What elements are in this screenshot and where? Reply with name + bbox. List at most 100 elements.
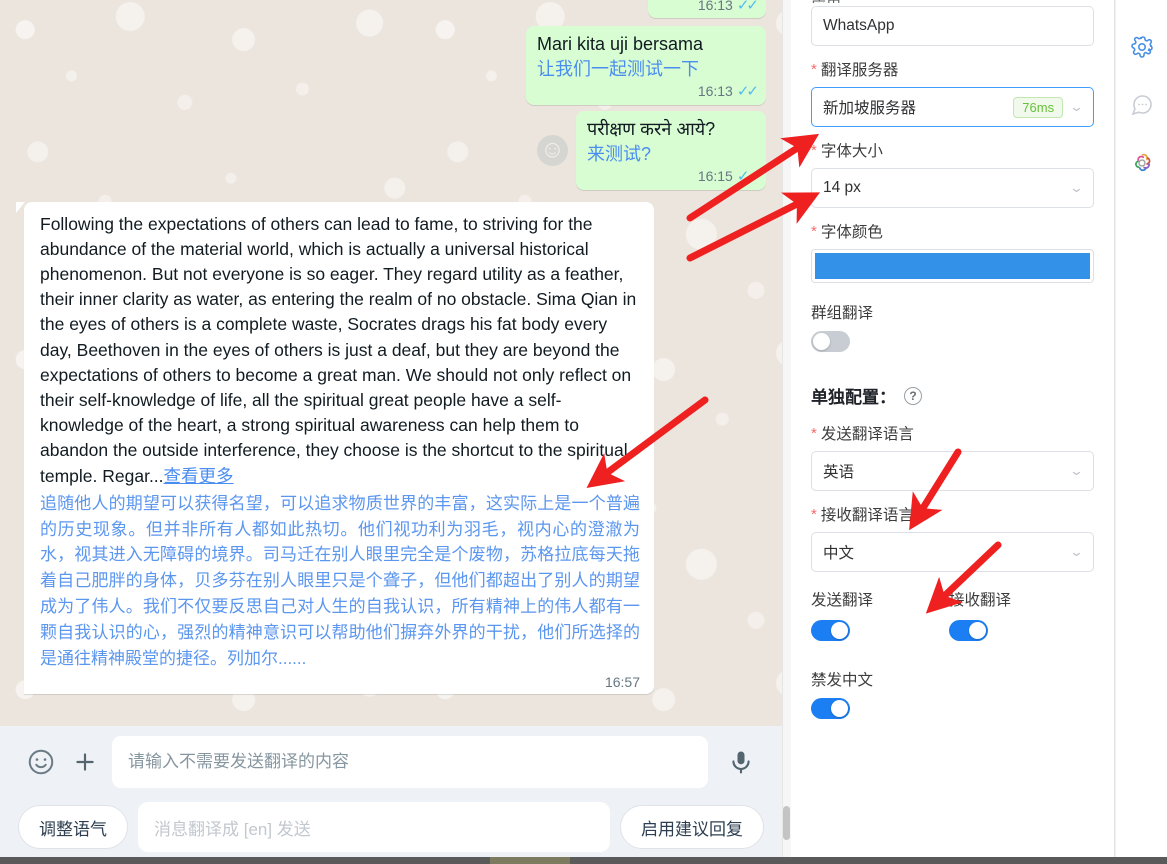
adjust-tone-button[interactable]: 调整语气 [18,805,128,849]
composer-toolbar: 调整语气 消息翻译成 [en] 发送 启用建议回复 [18,788,764,864]
ban-chinese-label: 禁发中文 [811,672,874,689]
group-translate-label: 群组翻译 [811,305,874,322]
send-lang-label-text: 发送翻译语言 [820,426,914,443]
translation-settings-panel: 应用 WhatsApp * 翻译服务器 新加坡服务器 76ms ⌄ * 字体大小… [791,0,1115,864]
openai-logo-icon[interactable] [1125,146,1159,180]
message-meta: 16:57 [40,674,640,690]
toggle-knob [831,700,848,717]
chevron-down-icon: ⌄ [1068,99,1085,114]
message-text: Mari kita uji bersama [537,34,704,54]
message-bubble-partial: 16:13 ✓✓ [648,0,766,18]
plus-icon[interactable] [64,739,106,785]
right-icon-rail [1116,0,1167,864]
smiley-face-icon[interactable] [18,739,64,785]
message-meta: 16:13 ✓✓ [537,82,759,100]
app-root: 16:13 ✓✓ Mari kita uji bersama 让我们一起测试一下… [0,0,1167,864]
translate-hint-field[interactable]: 消息翻译成 [en] 发送 [138,802,610,852]
pane-divider [782,0,791,864]
message-translation: 让我们一起测试一下 [537,58,699,79]
ban-chinese-toggle[interactable] [811,698,850,719]
app-name-value: WhatsApp [823,17,895,34]
font-color-swatch [815,253,1090,279]
server-field-label: * 翻译服务器 [811,58,1094,80]
font-color-field-label: * 字体颜色 [811,220,1094,242]
group-translate-toggle[interactable] [811,331,850,352]
app-field-label: 应用 [811,0,1094,3]
send-translate-toggle[interactable] [811,620,850,641]
send-language-select[interactable]: 英语 ⌄ [811,451,1094,491]
message-meta: 16:13 ✓✓ [697,0,759,14]
message-row: ☺ परीक्षण करने आये? 来测试? 16:15 ✓✓ [0,110,782,190]
read-receipt-icon: ✓✓ [736,82,759,100]
separate-config-heading: 单独配置： ? [811,383,1094,408]
send-lang-field-label: * 发送翻译语言 [811,422,1094,444]
microphone-icon[interactable] [718,739,764,785]
send-translate-label: 发送翻译 [811,592,874,609]
message-time: 16:13 [697,82,733,99]
message-time: 16:15 [697,167,733,184]
scrollbar-thumb[interactable] [783,806,790,840]
message-time: 16:57 [604,673,640,690]
smiley-face-icon: ☺ [537,134,568,166]
message-time: 16:13 [697,0,733,13]
send-language-value: 英语 [823,464,855,481]
receive-translate-label: 接收翻译 [949,592,1012,609]
gear-icon[interactable] [1125,30,1159,64]
message-bubble[interactable]: Mari kita uji bersama 让我们一起测试一下 16:13 ✓✓ [526,26,766,105]
whatsapp-chat-column: 16:13 ✓✓ Mari kita uji bersama 让我们一起测试一下… [0,0,782,864]
message-bubble[interactable]: परीक्षण करने आये? 来测试? 16:15 ✓✓ [576,110,766,190]
long-message-english: Following the expectations of others can… [40,212,640,489]
message-list[interactable]: 16:13 ✓✓ Mari kita uji bersama 让我们一起测试一下… [0,0,782,726]
message-meta: 16:15 ✓✓ [587,167,759,185]
message-row-long: Following the expectations of others can… [0,201,782,694]
required-asterisk-icon: * [811,505,817,523]
receive-language-select[interactable]: 中文 ⌄ [811,532,1094,572]
message-translation: 来测试? [587,143,652,164]
read-receipt-icon: ✓✓ [736,167,759,185]
toggle-knob [813,333,830,350]
toggle-knob [831,622,848,639]
required-asterisk-icon: * [811,424,817,442]
composer-input-row [18,736,764,788]
font-color-picker[interactable] [811,249,1094,283]
font-size-select[interactable]: 14 px ⌄ [811,168,1094,208]
taskbar-highlight [490,857,570,864]
translate-toggles-row: 发送翻译 接收翻译 [811,588,1094,646]
translation-server-select[interactable]: 新加坡服务器 76ms ⌄ [811,87,1094,127]
server-label-text: 翻译服务器 [820,62,899,79]
long-message-english-text: Following the expectations of others can… [40,213,637,486]
receive-translate-group: 接收翻译 [949,588,1087,646]
receive-translate-toggle[interactable] [949,620,988,641]
os-taskbar-strip [0,857,1167,864]
required-asterisk-icon: * [811,141,817,159]
long-message-chinese: 追随他人的期望可以获得名望，可以追求物质世界的丰富，这实际上是一个普遍的历史现象… [40,493,640,668]
chevron-down-icon: ⌄ [1068,463,1085,478]
translation-server-value: 新加坡服务器 [823,100,917,117]
font-size-value: 14 px [823,179,861,196]
recv-lang-label-text: 接收翻译语言 [820,507,914,524]
receive-language-value: 中文 [823,545,855,562]
view-more-link[interactable]: 查看更多 [164,466,234,486]
question-mark-icon[interactable]: ? [904,386,922,405]
required-asterisk-icon: * [811,222,817,240]
latency-badge: 76ms [1013,96,1064,118]
enable-suggested-reply-button[interactable]: 启用建议回复 [620,805,764,849]
read-receipt-icon: ✓✓ [736,0,759,14]
message-text: परीक्षण करने आये? [587,118,716,139]
chevron-down-icon: ⌄ [1068,180,1085,195]
recv-lang-field-label: * 接收翻译语言 [811,503,1094,525]
chevron-down-icon: ⌄ [1068,544,1085,559]
font-color-label-text: 字体颜色 [820,224,883,241]
font-size-field-label: * 字体大小 [811,139,1094,161]
send-translate-group: 发送翻译 [811,588,949,646]
long-message-bubble[interactable]: Following the expectations of others can… [16,201,654,694]
required-asterisk-icon: * [811,60,817,78]
search-input[interactable] [112,736,708,788]
app-name-input[interactable]: WhatsApp [811,6,1094,46]
chat-bubble-icon[interactable] [1125,88,1159,122]
font-size-label-text: 字体大小 [820,143,883,160]
message-composer: 调整语气 消息翻译成 [en] 发送 启用建议回复 [0,726,782,864]
separate-config-title: 单独配置： [811,388,896,407]
message-row: Mari kita uji bersama 让我们一起测试一下 16:13 ✓✓ [0,26,782,105]
toggle-knob [969,622,986,639]
